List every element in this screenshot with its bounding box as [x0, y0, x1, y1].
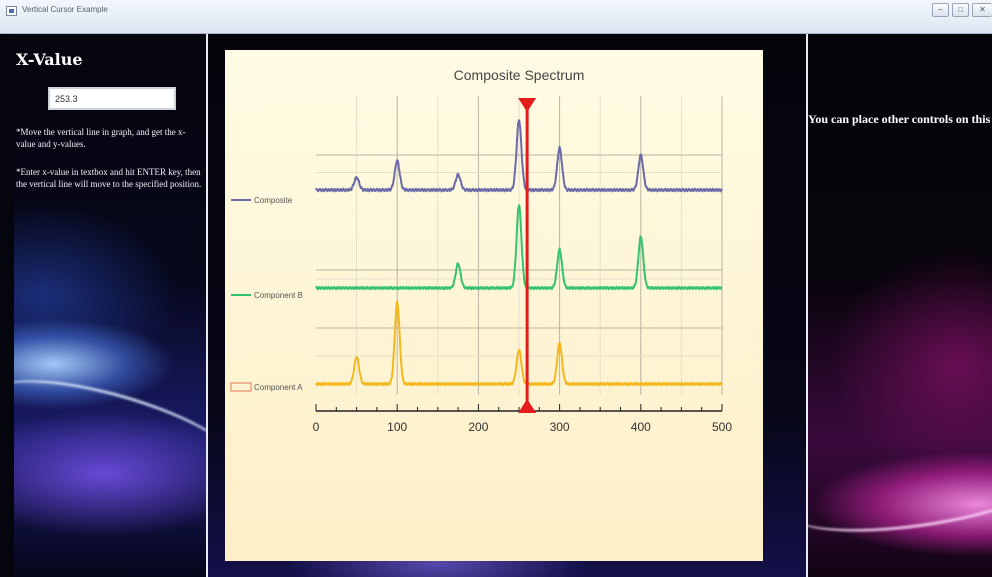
legend-label-component-b: Component B: [254, 291, 303, 300]
chart-svg: Composite Spectrum CompositeComponent BC…: [230, 67, 732, 434]
x-tick-label: 200: [468, 420, 488, 434]
cursor-bottom-handle: [518, 399, 537, 413]
x-value-heading: X-Value: [16, 50, 83, 69]
legend-label-component-a: Component A: [254, 383, 303, 392]
x-tick-label: 300: [550, 420, 570, 434]
legend-swatch-component-a: [230, 382, 252, 392]
app-icon: [6, 6, 17, 16]
maximize-button[interactable]: □: [952, 3, 969, 17]
x-tick-label: 0: [313, 420, 320, 434]
cursor-top-handle: [518, 98, 537, 112]
left-panel: X-Value *Move the vertical line in graph…: [14, 34, 206, 577]
chart-legend: Composite Component B Component A: [230, 196, 303, 392]
x-value-input[interactable]: [48, 87, 176, 110]
right-panel: You can place other controls on this sid…: [808, 34, 992, 577]
instruction-move-cursor: *Move the vertical line in graph, and ge…: [16, 127, 186, 149]
close-button[interactable]: ✕: [972, 3, 992, 17]
spectrum-chart: Composite Spectrum Composite Component BC…: [225, 50, 763, 561]
chart-title: Composite Spectrum: [454, 67, 585, 83]
minimize-button[interactable]: –: [932, 3, 949, 17]
window-title: Vertical Cursor Example: [22, 5, 108, 14]
right-panel-note: You can place other controls on this sid…: [808, 112, 992, 126]
x-tick-label: 100: [387, 420, 407, 434]
x-tick-label: 400: [631, 420, 651, 434]
window-titlebar: Vertical Cursor Example – □ ✕: [0, 0, 992, 34]
legend-label-composite: Composite: [254, 196, 293, 205]
instruction-enter-value: *Enter x-value in textbox and hit ENTER …: [16, 167, 202, 189]
x-tick-label: 500: [712, 420, 732, 434]
